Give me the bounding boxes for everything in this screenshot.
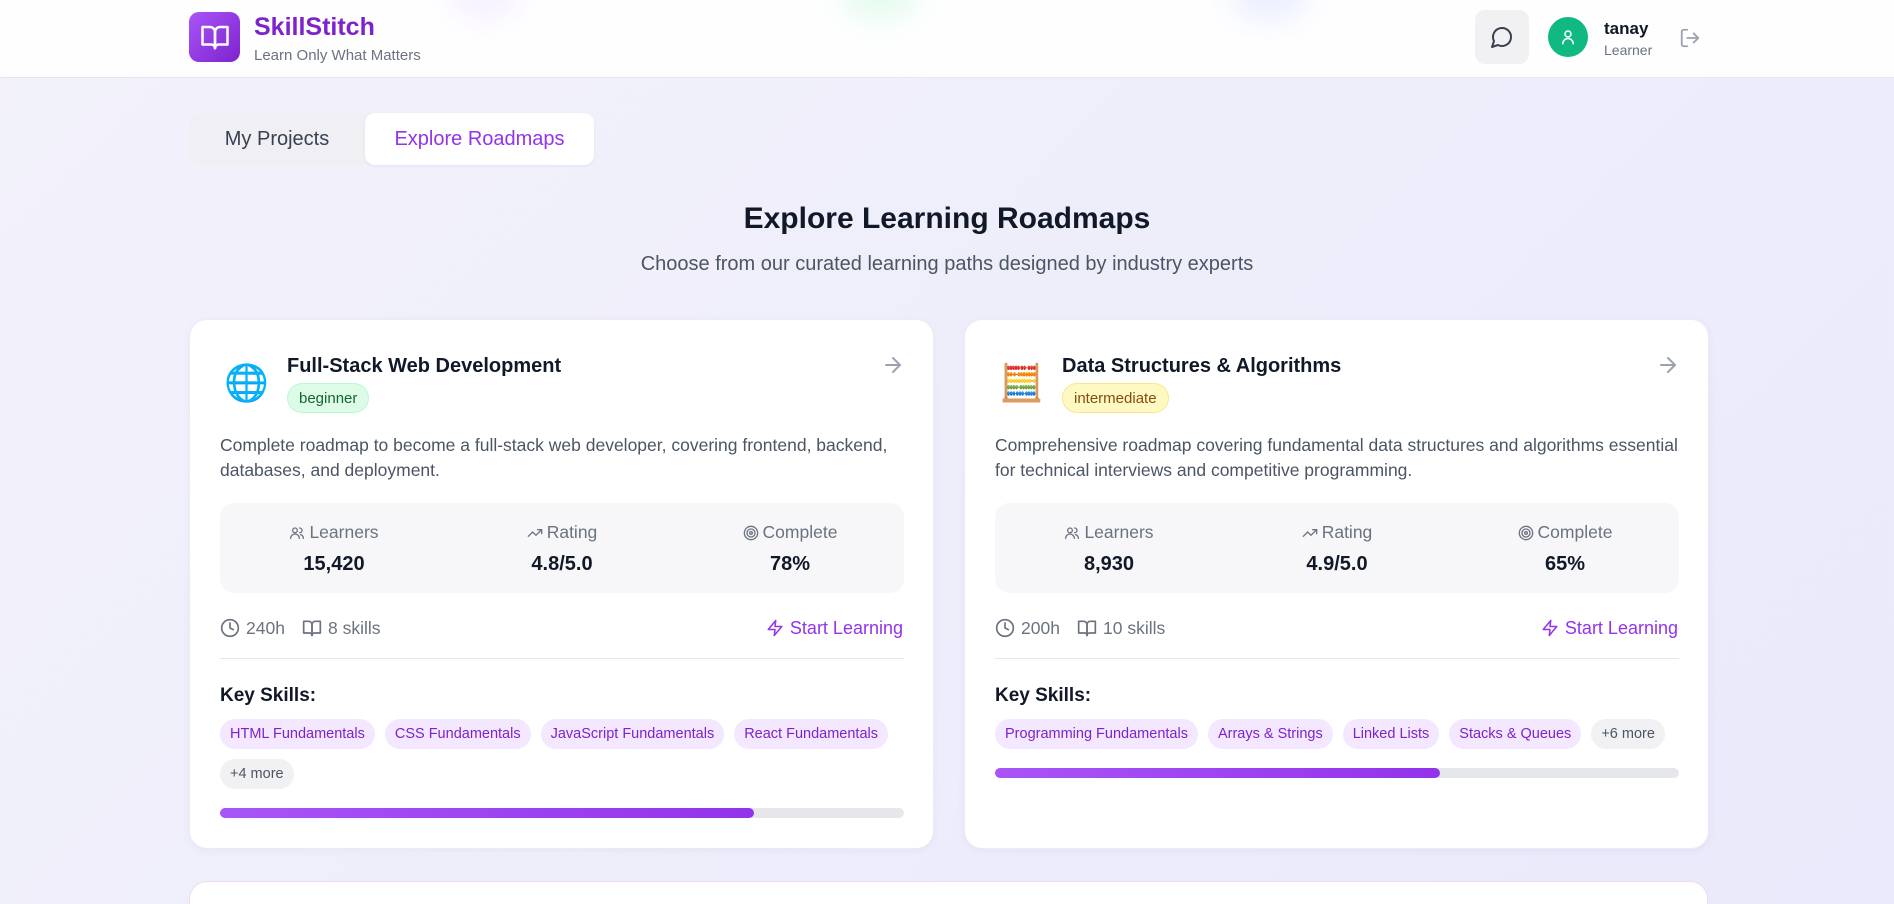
start-learning-button[interactable]: Start Learning <box>1541 615 1678 641</box>
roadmap-title: Data Structures & Algorithms <box>1062 355 1342 377</box>
stat-value: 4.9/5.0 <box>1306 553 1368 575</box>
duration: 240h <box>220 615 285 641</box>
user-name: tanay <box>1604 19 1649 38</box>
level-badge: beginner <box>287 383 370 413</box>
roadmap-card-partial[interactable] <box>189 881 1708 904</box>
stat-complete: Complete 65% <box>1451 503 1679 593</box>
roadmap-card[interactable]: 🌐 Full-Stack Web Development beginner Co… <box>189 319 934 849</box>
target-icon <box>1518 525 1533 540</box>
stat-label: Complete <box>1537 522 1613 542</box>
trending-up-icon <box>1302 528 1318 537</box>
skill-chip: Programming Fundamentals <box>995 719 1198 749</box>
hours-text: 200h <box>1021 617 1060 638</box>
level-badge: intermediate <box>1062 383 1169 413</box>
stat-learners: Learners 15,420 <box>220 503 448 593</box>
users-icon <box>290 526 305 539</box>
tab-explore-roadmaps[interactable]: Explore Roadmaps <box>365 113 594 165</box>
hours-text: 240h <box>246 617 285 638</box>
brand-tagline: Learn Only What Matters <box>254 47 421 64</box>
divider <box>995 658 1679 659</box>
skills-count-text: 8 skills <box>328 617 381 638</box>
logo-icon[interactable] <box>189 12 240 62</box>
zap-icon <box>767 619 783 637</box>
stat-learners: Learners 8,930 <box>995 503 1223 593</box>
skills-count: 10 skills <box>1077 615 1165 641</box>
users-icon <box>1065 526 1080 539</box>
stat-rating: Rating 4.9/5.0 <box>1223 503 1451 593</box>
progress-bar <box>220 808 904 818</box>
skills-count-text: 10 skills <box>1103 617 1166 638</box>
avatar[interactable] <box>1548 17 1588 57</box>
skill-chip: JavaScript Fundamentals <box>540 719 725 749</box>
skills-chips: HTML Fundamentals CSS Fundamentals JavaS… <box>220 719 910 789</box>
stat-label: Learners <box>1084 522 1154 542</box>
arrow-right-icon[interactable] <box>1656 353 1680 377</box>
roadmap-description: Complete roadmap to become a full-stack … <box>220 435 888 480</box>
book-icon <box>1077 620 1097 637</box>
stat-value: 8,930 <box>1083 553 1135 575</box>
stat-label: Rating <box>546 522 598 542</box>
brand-name[interactable]: SkillStitch <box>254 13 375 42</box>
book-icon <box>302 620 322 637</box>
chat-button[interactable] <box>1475 10 1529 64</box>
stats-panel: Learners 15,420 Rating 4.8/5.0 Complete … <box>220 503 904 593</box>
abacus-icon: 🧮 <box>999 362 1044 403</box>
user-icon <box>1562 30 1574 45</box>
more-skills-chip[interactable]: +6 more <box>1591 719 1665 749</box>
skill-chip: CSS Fundamentals <box>384 719 531 749</box>
progress-fill <box>995 768 1440 778</box>
roadmap-title: Full-Stack Web Development <box>287 355 562 377</box>
stat-value: 4.8/5.0 <box>531 553 593 575</box>
stats-panel: Learners 8,930 Rating 4.9/5.0 Complete 6… <box>995 503 1679 593</box>
skill-chip: Arrays & Strings <box>1207 719 1333 749</box>
divider <box>220 658 904 659</box>
skill-chip: Linked Lists <box>1342 719 1440 749</box>
stat-value: 78% <box>769 553 811 575</box>
globe-icon: 🌐 <box>224 362 269 403</box>
progress-fill <box>220 808 754 818</box>
skill-chip: HTML Fundamentals <box>220 719 375 749</box>
skills-chips: Programming Fundamentals Arrays & String… <box>995 719 1685 749</box>
roadmap-description: Comprehensive roadmap covering fundament… <box>995 435 1678 480</box>
clock-icon <box>220 618 240 638</box>
stat-rating: Rating 4.8/5.0 <box>448 503 676 593</box>
target-icon <box>743 525 758 540</box>
page-subtitle: Choose from our curated learning paths d… <box>640 253 1254 275</box>
tab-my-projects[interactable]: My Projects <box>189 113 365 165</box>
user-role: Learner <box>1604 42 1653 58</box>
skill-chip: Stacks & Queues <box>1449 719 1582 749</box>
page-title: Explore Learning Roadmaps <box>743 202 1151 235</box>
duration: 200h <box>995 615 1060 641</box>
view-tabs: My Projects Explore Roadmaps <box>189 113 594 165</box>
message-circle-icon <box>1491 27 1512 48</box>
stat-value: 65% <box>1544 553 1586 575</box>
stat-complete: Complete 78% <box>676 503 904 593</box>
skill-chip: React Fundamentals <box>734 719 888 749</box>
log-out-icon[interactable] <box>1679 27 1701 49</box>
more-skills-chip[interactable]: +4 more <box>220 759 294 789</box>
trending-up-icon <box>527 528 543 537</box>
key-skills-heading: Key Skills: <box>220 685 317 706</box>
start-learning-label: Start Learning <box>1564 617 1678 638</box>
arrow-right-icon[interactable] <box>881 353 905 377</box>
key-skills-heading: Key Skills: <box>995 685 1092 706</box>
stat-label: Rating <box>1321 522 1373 542</box>
stat-label: Complete <box>762 522 838 542</box>
clock-icon <box>995 618 1015 638</box>
stat-value: 15,420 <box>303 553 365 575</box>
zap-icon <box>1542 619 1558 637</box>
start-learning-label: Start Learning <box>789 617 903 638</box>
stat-label: Learners <box>309 522 379 542</box>
start-learning-button[interactable]: Start Learning <box>766 615 903 641</box>
progress-bar <box>995 768 1679 778</box>
top-header: SkillStitch Learn Only What Matters tana… <box>0 0 1894 78</box>
roadmap-card[interactable]: 🧮 Data Structures & Algorithms intermedi… <box>964 319 1709 849</box>
skills-count: 8 skills <box>302 615 381 641</box>
